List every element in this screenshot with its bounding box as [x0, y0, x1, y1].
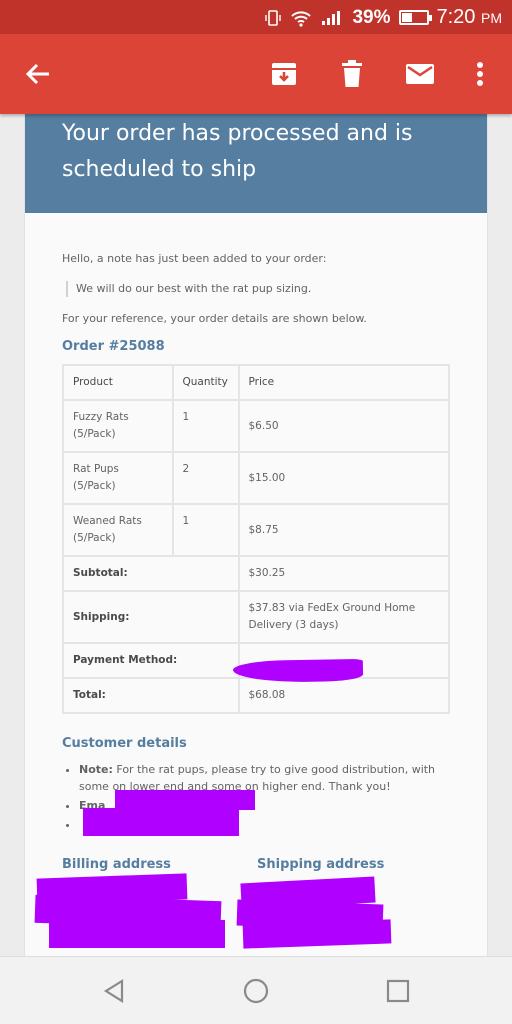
delete-icon[interactable] [332, 54, 372, 94]
clock: 7:20 PM [436, 6, 503, 28]
product-variant: (5/Pack) [73, 480, 116, 492]
product-name: Rat Pups [73, 463, 119, 475]
nav-home-icon[interactable] [238, 973, 274, 1009]
column-header: Product [62, 364, 174, 401]
quantity-cell: 1 [171, 503, 240, 557]
more-vert-icon[interactable] [460, 54, 500, 94]
email-body: Your order has processed and is schedule… [24, 114, 488, 956]
redaction-mark [242, 919, 392, 949]
order-heading: Order #25088 [62, 339, 165, 354]
total-label: Subtotal: [62, 555, 240, 592]
status-bar: 39% 7:20 PM [0, 0, 512, 34]
nav-back-icon[interactable] [96, 973, 132, 1009]
email-title: Your order has processed and is schedule… [62, 121, 413, 182]
customer-details-heading: Customer details [62, 736, 187, 751]
price-cell: $6.50 [237, 399, 450, 453]
shipping-address-heading: Shipping address [257, 857, 385, 872]
battery-icon [398, 10, 432, 25]
total-label: Shipping: [62, 590, 240, 644]
total-label: Total: [62, 677, 240, 714]
product-name: Fuzzy Rats [73, 411, 129, 423]
price-cell: $15.00 [237, 451, 450, 505]
table-row: Fuzzy Rats (5/Pack) 1 $6.50 [62, 399, 450, 453]
product-name: Weaned Rats [73, 515, 142, 527]
greeting-text: Hello, a note has just been added to you… [62, 252, 327, 265]
shipping-row: Shipping: $37.83 via FedEx Ground Home D… [62, 590, 450, 644]
total-row: Total: $68.08 [62, 677, 450, 714]
reference-text: For your reference, your order details a… [62, 312, 367, 325]
mail-icon[interactable] [400, 54, 440, 94]
total-label: Payment Method: [62, 642, 240, 679]
table-header-row: Product Quantity Price [62, 364, 450, 401]
archive-icon[interactable] [264, 54, 304, 94]
back-arrow-icon[interactable] [18, 54, 58, 94]
column-header: Price [237, 364, 450, 401]
total-value: $68.08 [237, 677, 450, 714]
redaction-mark [49, 920, 225, 948]
quantity-cell: 2 [171, 451, 240, 505]
customer-note: For the rat pups, please try to give goo… [79, 763, 436, 793]
total-value: $30.25 [237, 555, 450, 592]
quantity-cell: 1 [171, 399, 240, 453]
signal-icon [320, 9, 344, 27]
email-header: Your order has processed and is schedule… [25, 114, 487, 213]
wifi-icon [290, 9, 312, 27]
system-nav-bar [0, 956, 512, 1024]
table-row: Weaned Rats (5/Pack) 1 $8.75 [62, 503, 450, 557]
order-note: We will do our best with the rat pup siz… [66, 281, 450, 297]
subtotal-row: Subtotal: $30.25 [62, 555, 450, 592]
battery-percent: 39% [352, 6, 391, 28]
product-variant: (5/Pack) [73, 428, 116, 440]
redaction-mark [115, 790, 255, 810]
app-bar [0, 34, 512, 114]
redaction-mark [83, 808, 239, 836]
table-row: Rat Pups (5/Pack) 2 $15.00 [62, 451, 450, 505]
billing-address-heading: Billing address [62, 857, 171, 872]
column-header: Quantity [171, 364, 240, 401]
price-cell: $8.75 [237, 503, 450, 557]
total-value: $37.83 via FedEx Ground Home Delivery (3… [237, 590, 450, 644]
nav-recents-icon[interactable] [380, 973, 416, 1009]
note-label: Note: [79, 763, 113, 776]
vibrate-icon [264, 9, 282, 27]
product-variant: (5/Pack) [73, 532, 116, 544]
